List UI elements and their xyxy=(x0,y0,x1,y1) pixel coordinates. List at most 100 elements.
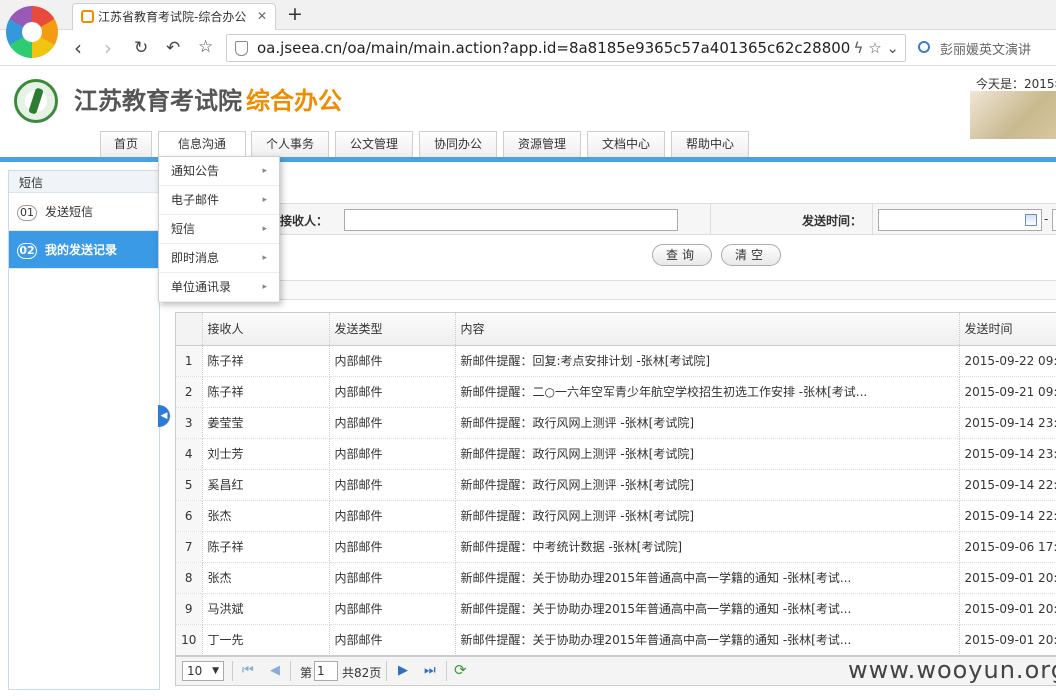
browser-search-box[interactable]: 彭丽媛英文演讲 xyxy=(910,34,1056,62)
menu-item-notices[interactable]: 通知公告 ▸ xyxy=(159,157,279,186)
calendar-icon[interactable] xyxy=(1025,214,1037,226)
row-number-header xyxy=(176,313,203,346)
page-size-select[interactable]: 10 ▼ xyxy=(182,661,224,681)
bookmark-star-icon[interactable]: ☆ xyxy=(198,37,213,57)
send-time-label: 发送时间： xyxy=(802,214,863,228)
forward-icon[interactable]: › xyxy=(104,36,112,60)
menu-item-instant-message[interactable]: 即时消息 ▸ xyxy=(159,244,279,273)
chevron-right-icon: ▸ xyxy=(262,166,267,176)
app-header: 江苏教育考试院 综合办公 今天是：2015年 首页 信息沟通 个人事务 公文管理… xyxy=(0,67,1056,159)
table-row[interactable]: 1 陈子祥 内部邮件 新邮件提醒：回复:考点安排计划 -张林[考试院] 2015-09-… xyxy=(176,345,1056,377)
column-header-content[interactable]: 内容 xyxy=(455,313,960,346)
cell-type: 内部邮件 xyxy=(329,593,456,625)
nav-home[interactable]: 首页 xyxy=(100,131,152,157)
left-panel-title: 短信 xyxy=(9,171,159,193)
divider xyxy=(386,661,387,681)
nav-collaboration[interactable]: 协同办公 xyxy=(419,131,497,157)
cell-content: 新邮件提醒：政行风网上测评 -张林[考试院] xyxy=(455,407,960,439)
first-page-icon[interactable]: ⏮ xyxy=(242,663,254,678)
cell-type: 内部邮件 xyxy=(329,624,456,655)
table-row[interactable]: 7 陈子祥 内部邮件 新邮件提醒：中考统计数据 -张林[考试院] 2015-09-06 … xyxy=(176,531,1056,563)
last-page-icon[interactable]: ⏭ xyxy=(424,663,436,678)
today-label: 今天是：2015年 xyxy=(976,77,1056,91)
menu-item-label: 通知公告 xyxy=(171,164,220,178)
send-time-start-input[interactable] xyxy=(878,209,1042,231)
column-header-receiver[interactable]: 接收人 xyxy=(202,313,330,346)
send-time-end-input[interactable] xyxy=(1052,209,1056,231)
item-number: 02 xyxy=(17,243,37,259)
menu-item-email[interactable]: 电子邮件 ▸ xyxy=(159,186,279,215)
new-tab-button[interactable]: + xyxy=(287,3,303,25)
org-logo-icon xyxy=(14,79,58,123)
toolbar-strip xyxy=(168,280,1056,300)
total-pages: 共82页 xyxy=(342,666,382,680)
table-row[interactable]: 8 张杰 内部邮件 新邮件提醒：关于协助办理2015年普通高中高一学籍的通知 -张林[… xyxy=(176,562,1056,594)
button-row: 查询 清空 xyxy=(168,235,1056,275)
cell-content: 新邮件提醒：关于协助办理2015年普通高中高一学籍的通知 -张林[考试... xyxy=(455,593,960,625)
page-size-value: 10 xyxy=(187,664,203,678)
communication-dropdown-menu: 通知公告 ▸ 电子邮件 ▸ 短信 ▸ 即时消息 ▸ 单位通讯录 ▸ xyxy=(158,156,280,302)
menu-item-label: 单位通讯录 xyxy=(171,280,232,294)
cell-time: 2015-09-14 23:0 xyxy=(959,438,1056,470)
undo-icon[interactable]: ↶ xyxy=(166,38,180,58)
divider xyxy=(710,204,711,234)
table-row[interactable]: 3 姜莹莹 内部邮件 新邮件提醒：政行风网上测评 -张林[考试院] 2015-09-14… xyxy=(176,407,1056,439)
divider xyxy=(290,661,291,681)
url-action-icons[interactable]: ϟ ☆ ⌄ xyxy=(849,39,899,57)
prev-page-icon[interactable]: ◀ xyxy=(270,663,280,678)
nav-doc-center[interactable]: 文档中心 xyxy=(587,131,665,157)
nav-communication[interactable]: 信息沟通 xyxy=(158,131,246,157)
url-input[interactable]: oa.jseea.cn/oa/main/main.action?app.id=8… xyxy=(226,34,906,62)
next-page-icon[interactable]: ▶ xyxy=(398,663,408,678)
table-header-row: 接收人 发送类型 内容 发送时间 xyxy=(176,313,1056,346)
clear-button[interactable]: 清空 xyxy=(721,244,781,266)
column-header-time[interactable]: 发送时间 xyxy=(959,313,1056,346)
cell-receiver: 马洪斌 xyxy=(202,593,330,625)
left-panel: 短信 01 发送短信 02 我的发送记录 xyxy=(8,170,160,690)
search-icon xyxy=(918,41,930,53)
tab-close-icon[interactable]: ✕ xyxy=(257,9,267,23)
browser-logo-icon[interactable] xyxy=(6,6,58,58)
table-row[interactable]: 9 马洪斌 内部邮件 新邮件提醒：关于协助办理2015年普通高中高一学籍的通知 -张林… xyxy=(176,593,1056,625)
column-header-type[interactable]: 发送类型 xyxy=(329,313,456,346)
nav-help[interactable]: 帮助中心 xyxy=(671,131,749,157)
table-row[interactable]: 10 丁一先 内部邮件 新邮件提醒：关于协助办理2015年普通高中高一学籍的通知 -张… xyxy=(176,624,1056,655)
nav-documents[interactable]: 公文管理 xyxy=(335,131,413,157)
sidebar-item-sent-records[interactable]: 02 我的发送记录 xyxy=(9,231,159,269)
cell-receiver: 张杰 xyxy=(202,562,330,594)
sidebar-item-send-sms[interactable]: 01 发送短信 xyxy=(9,193,159,231)
receiver-label: 接收人： xyxy=(280,214,329,228)
cell-content: 新邮件提醒：政行风网上测评 -张林[考试院] xyxy=(455,500,960,532)
query-button[interactable]: 查询 xyxy=(652,244,712,266)
chevron-right-icon: ▸ xyxy=(262,282,267,292)
receiver-input[interactable] xyxy=(344,209,678,231)
menu-item-directory[interactable]: 单位通讯录 ▸ xyxy=(159,273,279,302)
table-row[interactable]: 5 奚昌红 内部邮件 新邮件提醒：政行风网上测评 -张林[考试院] 2015-09-14… xyxy=(176,469,1056,501)
browser-tab[interactable]: 江苏省教育考试院-综合办公 ✕ xyxy=(72,3,276,30)
table-row[interactable]: 4 刘士芳 内部邮件 新邮件提醒：政行风网上测评 -张林[考试院] 2015-09-14… xyxy=(176,438,1056,470)
menu-item-label: 短信 xyxy=(171,222,196,236)
page-number-input[interactable]: 1 xyxy=(314,661,338,681)
nav-resources[interactable]: 资源管理 xyxy=(503,131,581,157)
row-number: 2 xyxy=(176,376,203,408)
refresh-icon[interactable]: ⟳ xyxy=(454,661,467,679)
chevron-right-icon: ▸ xyxy=(262,253,267,263)
menu-item-sms[interactable]: 短信 ▸ xyxy=(159,215,279,244)
row-number: 3 xyxy=(176,407,203,439)
reload-icon[interactable]: ↻ xyxy=(134,38,148,58)
table-row[interactable]: 6 张杰 内部邮件 新邮件提醒：政行风网上测评 -张林[考试院] 2015-09-14 … xyxy=(176,500,1056,532)
site-favicon-icon xyxy=(81,10,94,23)
row-number: 9 xyxy=(176,593,203,625)
back-icon[interactable]: ‹ xyxy=(74,36,82,60)
cell-type: 内部邮件 xyxy=(329,407,456,439)
cell-receiver: 刘士芳 xyxy=(202,438,330,470)
cell-type: 内部邮件 xyxy=(329,345,456,377)
cell-time: 2015-09-14 22:5 xyxy=(959,469,1056,501)
table-row[interactable]: 2 陈子祥 内部邮件 新邮件提醒：二○一六年空军青少年航空学校招生初选工作安排 -张林… xyxy=(176,376,1056,408)
cell-time: 2015-09-14 22:5 xyxy=(959,500,1056,532)
nav-personal[interactable]: 个人事务 xyxy=(251,131,329,157)
cell-content: 新邮件提醒：政行风网上测评 -张林[考试院] xyxy=(455,469,960,501)
collapse-panel-icon[interactable]: ◀ xyxy=(158,405,170,427)
tab-title: 江苏省教育考试院-综合办公 xyxy=(98,10,247,24)
page-prefix: 第 xyxy=(300,666,313,680)
